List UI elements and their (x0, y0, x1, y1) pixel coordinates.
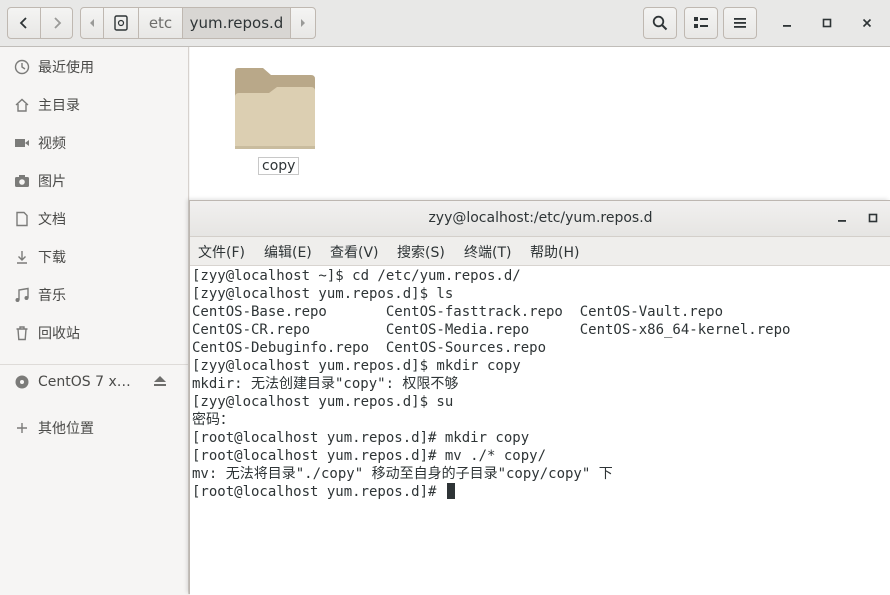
terminal-minimize-button[interactable] (832, 207, 852, 229)
breadcrumb-current[interactable]: yum.repos.d (182, 7, 291, 39)
list-view-icon (694, 17, 708, 28)
terminal-line: [root@localhost yum.repos.d]# mkdir copy (192, 430, 530, 446)
sidebar-item-pictures[interactable]: 图片 (0, 163, 188, 199)
header-bar: etc yum.repos.d (0, 0, 890, 47)
video-icon (14, 135, 30, 151)
terminal-line: 密码： (192, 412, 234, 428)
eject-icon[interactable] (153, 375, 167, 390)
sidebar-item-centos-disc[interactable]: CentOS 7 x… (0, 364, 188, 400)
sidebar-item-label: 回收站 (38, 326, 80, 342)
menu-terminal[interactable]: 终端(T) (464, 242, 511, 262)
terminal-line: mv: 无法将目录"./copy" 移动至自身的子目录"copy/copy" 下 (192, 466, 613, 482)
maximize-icon (868, 213, 878, 223)
terminal-line: CentOS-Debuginfo.repo CentOS-Sources.rep… (192, 340, 547, 356)
terminal-line: [zyy@localhost ~]$ cd /etc/yum.repos.d/ (192, 268, 521, 284)
home-icon (14, 97, 30, 113)
window-maximize-button[interactable] (815, 12, 839, 34)
sidebar-item-label: CentOS 7 x… (38, 374, 131, 390)
trash-icon (14, 325, 30, 341)
window-close-button[interactable] (855, 12, 879, 34)
disc-icon (14, 374, 30, 390)
file-name[interactable]: copy (258, 157, 300, 175)
folder-icon[interactable] (233, 67, 317, 151)
path-root-button[interactable] (103, 7, 139, 39)
minimize-icon (783, 25, 791, 27)
minimize-icon (838, 220, 846, 222)
terminal-line: [root@localhost yum.repos.d]# mv ./* cop… (192, 448, 547, 464)
breadcrumb-etc[interactable]: etc (138, 7, 183, 39)
plus-icon (14, 420, 30, 436)
terminal-line: [zyy@localhost yum.repos.d]$ mkdir copy (192, 358, 521, 374)
terminal-line: [zyy@localhost yum.repos.d]$ su (192, 394, 454, 410)
terminal-line: [root@localhost yum.repos.d]# (192, 484, 445, 500)
sidebar-item-downloads[interactable]: 下载 (0, 239, 188, 275)
sidebar-item-label: 下载 (38, 250, 66, 266)
sidebar-item-label: 音乐 (38, 288, 66, 304)
path-scroll-left-button[interactable] (80, 7, 104, 39)
sidebar-item-videos[interactable]: 视频 (0, 125, 188, 161)
terminal-window: zyy@localhost:/etc/yum.repos.d 文件(F) 编辑(… (189, 200, 890, 595)
menu-search[interactable]: 搜索(S) (397, 242, 445, 262)
hamburger-menu-icon (734, 18, 746, 28)
menu-button[interactable] (723, 7, 757, 39)
terminal-titlebar[interactable]: zyy@localhost:/etc/yum.repos.d (190, 201, 890, 237)
menu-file[interactable]: 文件(F) (198, 242, 245, 262)
sidebar-item-label: 视频 (38, 136, 66, 152)
sidebar-item-trash[interactable]: 回收站 (0, 315, 188, 351)
sidebar-item-label: 其他位置 (38, 421, 94, 437)
chevron-left-icon (19, 17, 27, 29)
menu-edit[interactable]: 编辑(E) (264, 242, 312, 262)
triangle-right-icon (301, 19, 305, 27)
terminal-line: CentOS-CR.repo CentOS-Media.repo CentOS-… (192, 322, 791, 338)
view-mode-button[interactable] (684, 7, 718, 39)
search-icon (652, 15, 668, 31)
sidebar-item-label: 文档 (38, 212, 66, 228)
path-scroll-right-button[interactable] (290, 7, 316, 39)
terminal-line: [zyy@localhost yum.repos.d]$ ls (192, 286, 454, 302)
sidebar-item-other-locations[interactable]: 其他位置 (0, 410, 188, 446)
terminal-line: mkdir: 无法创建目录"copy": 权限不够 (192, 376, 459, 392)
close-icon (862, 18, 872, 28)
terminal-menubar: 文件(F) 编辑(E) 查看(V) 搜索(S) 终端(T) 帮助(H) (190, 237, 890, 266)
sidebar: 最近使用 主目录 视频 图片 文档 下载 音乐 回收站 CentOS 7 x… … (0, 47, 189, 594)
terminal-maximize-button[interactable] (863, 207, 883, 229)
download-icon (14, 249, 30, 265)
sidebar-item-home[interactable]: 主目录 (0, 87, 188, 123)
sidebar-item-label: 主目录 (38, 98, 80, 114)
text-cursor (446, 483, 455, 499)
forward-button[interactable] (40, 7, 73, 39)
triangle-left-icon (90, 19, 94, 27)
terminal-output[interactable]: [zyy@localhost ~]$ cd /etc/yum.repos.d/ … (190, 266, 890, 595)
sidebar-item-music[interactable]: 音乐 (0, 277, 188, 313)
drive-icon (114, 15, 128, 31)
back-button[interactable] (7, 7, 41, 39)
terminal-line: CentOS-Base.repo CentOS-fasttrack.repo C… (192, 304, 724, 320)
terminal-prompt-line: [root@localhost yum.repos.d]# (192, 483, 455, 501)
document-icon (14, 211, 30, 227)
sidebar-item-recent[interactable]: 最近使用 (0, 49, 188, 85)
menu-help[interactable]: 帮助(H) (530, 242, 579, 262)
chevron-right-icon (53, 17, 61, 29)
camera-icon (14, 173, 30, 189)
sidebar-item-documents[interactable]: 文档 (0, 201, 188, 237)
maximize-icon (822, 18, 832, 28)
terminal-title: zyy@localhost:/etc/yum.repos.d (428, 210, 653, 226)
sidebar-item-label: 图片 (38, 174, 66, 190)
sidebar-item-label: 最近使用 (38, 60, 94, 76)
music-icon (14, 287, 30, 303)
search-button[interactable] (643, 7, 677, 39)
menu-view[interactable]: 查看(V) (330, 242, 379, 262)
window-minimize-button[interactable] (775, 12, 799, 34)
clock-icon (14, 59, 30, 75)
